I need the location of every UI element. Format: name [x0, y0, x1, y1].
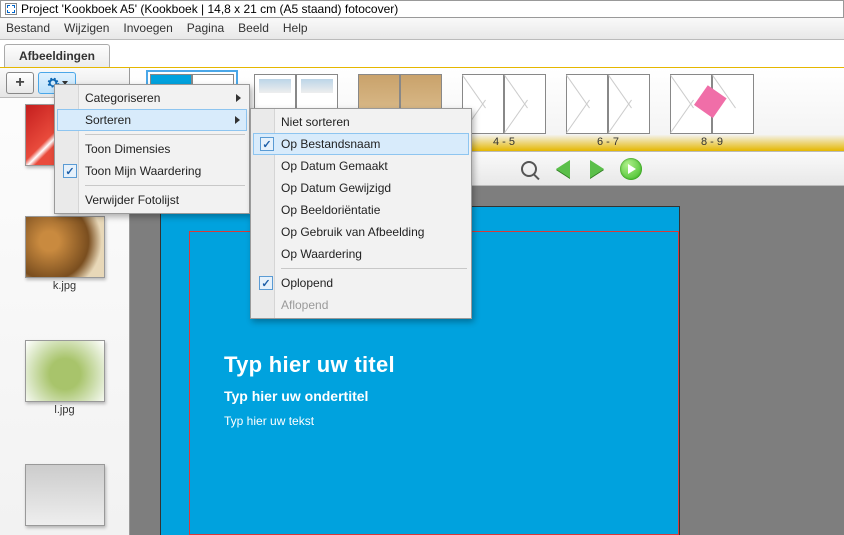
menu-file[interactable]: Bestand	[6, 21, 50, 36]
menu-item-toon-waardering[interactable]: ✓Toon Mijn Waardering	[57, 160, 247, 182]
prev-button[interactable]	[552, 158, 574, 180]
menu-help[interactable]: Help	[283, 21, 308, 36]
subtitle-placeholder[interactable]: Typ hier uw ondertitel	[224, 388, 678, 404]
next-button[interactable]	[586, 158, 608, 180]
arrow-left-icon	[556, 160, 570, 178]
menu-item-op-waardering[interactable]: Op Waardering	[253, 243, 469, 265]
menu-item-op-bestandsnaam[interactable]: ✓Op Bestandsnaam	[253, 133, 469, 155]
thumbnail-image	[25, 464, 105, 526]
menu-edit[interactable]: Wijzigen	[64, 21, 109, 36]
play-button[interactable]	[620, 158, 642, 180]
tab-afbeeldingen[interactable]: Afbeeldingen	[4, 44, 110, 67]
menu-item-op-datum-gemaakt[interactable]: Op Datum Gemaakt	[253, 155, 469, 177]
menu-item-niet-sorteren[interactable]: Niet sorteren	[253, 111, 469, 133]
spread-label: 4 - 5	[493, 136, 515, 148]
add-button[interactable]: +	[6, 72, 34, 94]
thumbnail-image	[25, 216, 105, 278]
title-bar: Project 'Kookboek A5' (Kookboek | 14,8 x…	[0, 0, 844, 18]
spread-label: 8 - 9	[701, 136, 723, 148]
thumbnail-label: l.jpg	[54, 404, 74, 416]
menu-separator	[85, 134, 245, 135]
arrow-right-icon	[590, 160, 604, 178]
spread-thumbnail[interactable]: 6 - 7	[566, 74, 650, 148]
menu-item-verwijder-fotolijst[interactable]: Verwijder Fotolijst	[57, 189, 247, 211]
thumbnail-label: k.jpg	[53, 280, 76, 292]
canvas-area[interactable]: Typ hier uw titel Typ hier uw ondertitel…	[130, 186, 844, 535]
check-icon: ✓	[63, 164, 77, 178]
menu-bar: Bestand Wijzigen Invoegen Pagina Beeld H…	[0, 18, 844, 40]
thumbnail-image	[25, 340, 105, 402]
menu-item-oplopend[interactable]: ✓Oplopend	[253, 272, 469, 294]
context-submenu-sorteren: Niet sorteren ✓Op Bestandsnaam Op Datum …	[250, 108, 472, 319]
spread-thumbnail[interactable]: 8 - 9	[670, 74, 754, 148]
menu-separator	[281, 268, 467, 269]
play-icon	[620, 158, 642, 180]
menu-item-toon-dimensies[interactable]: Toon Dimensies	[57, 138, 247, 160]
menu-item-aflopend[interactable]: Aflopend	[253, 294, 469, 316]
chevron-right-icon	[235, 116, 240, 124]
list-item[interactable]: k.jpg	[10, 216, 119, 292]
menu-item-op-datum-gewijzigd[interactable]: Op Datum Gewijzigd	[253, 177, 469, 199]
check-icon: ✓	[260, 137, 274, 151]
menu-item-categoriseren[interactable]: Categoriseren	[57, 87, 247, 109]
menu-item-op-gebruik[interactable]: Op Gebruik van Afbeelding	[253, 221, 469, 243]
menu-item-op-beeldorientatie[interactable]: Op Beeldoriëntatie	[253, 199, 469, 221]
window-title: Project 'Kookboek A5' (Kookboek | 14,8 x…	[21, 2, 398, 16]
menu-page[interactable]: Pagina	[187, 21, 224, 36]
body-placeholder[interactable]: Typ hier uw tekst	[224, 414, 678, 428]
app-icon	[5, 3, 17, 15]
check-icon: ✓	[259, 276, 273, 290]
chevron-right-icon	[236, 94, 241, 102]
menu-insert[interactable]: Invoegen	[123, 21, 172, 36]
menu-image[interactable]: Beeld	[238, 21, 269, 36]
zoom-button[interactable]	[518, 158, 540, 180]
tab-bar: Afbeeldingen	[0, 40, 844, 68]
title-placeholder[interactable]: Typ hier uw titel	[224, 352, 678, 378]
magnifier-icon	[521, 161, 537, 177]
context-menu: Categoriseren Sorteren Toon Dimensies ✓T…	[54, 84, 250, 214]
spread-thumbnail[interactable]: 4 - 5	[462, 74, 546, 148]
menu-item-sorteren[interactable]: Sorteren	[57, 109, 247, 131]
list-item[interactable]	[10, 464, 119, 528]
menu-separator	[85, 185, 245, 186]
spread-label: 6 - 7	[597, 136, 619, 148]
list-item[interactable]: l.jpg	[10, 340, 119, 416]
